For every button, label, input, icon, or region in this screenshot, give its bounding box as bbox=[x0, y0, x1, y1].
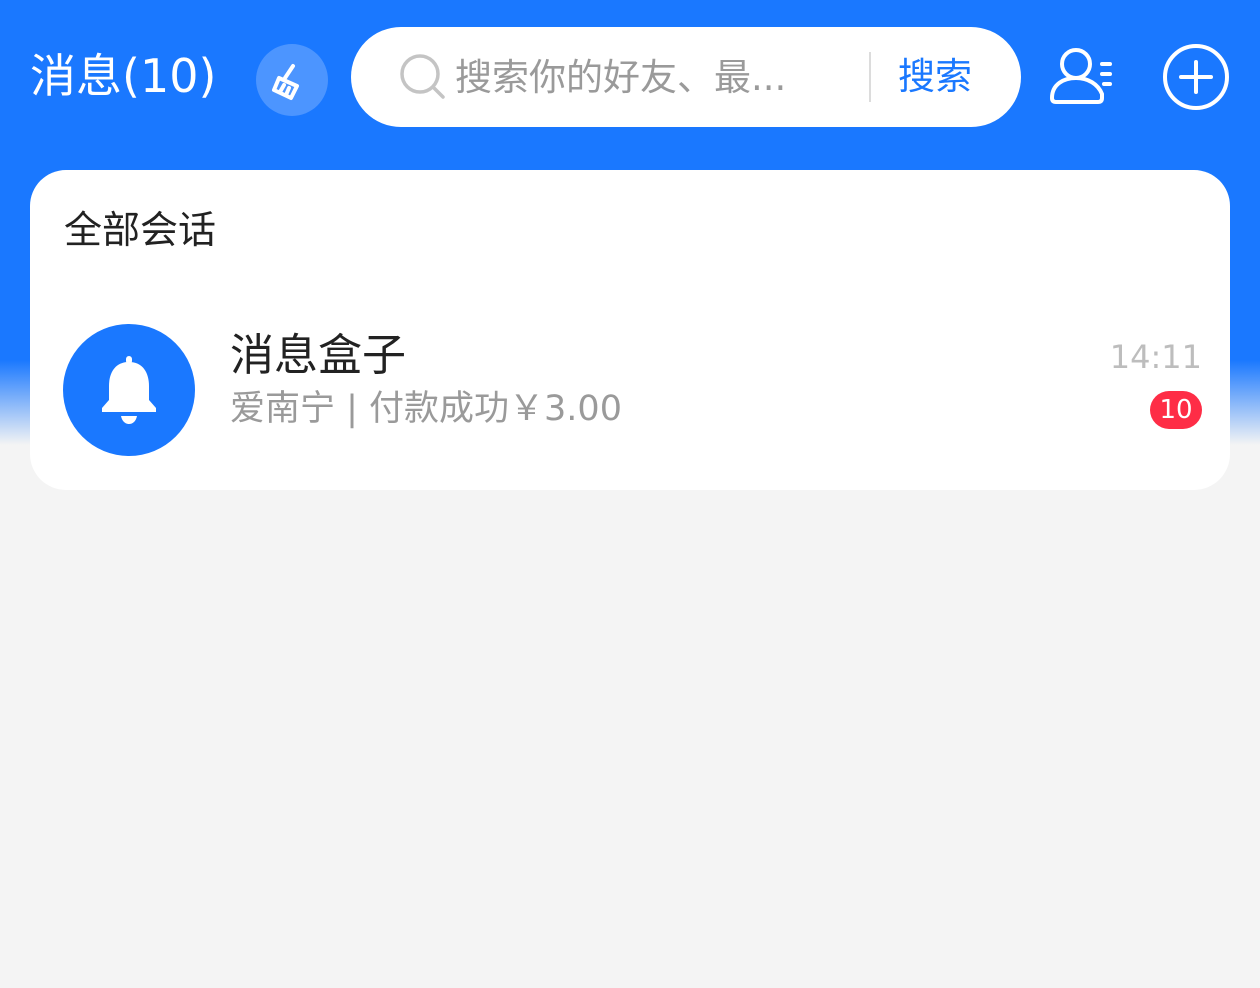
unread-badge: 10 bbox=[1150, 391, 1202, 429]
search-icon bbox=[400, 54, 445, 99]
search-button[interactable]: 搜索 bbox=[890, 48, 980, 106]
conversation-name: 消息盒子 bbox=[230, 330, 406, 381]
conversation-time: 14:11 bbox=[1109, 338, 1202, 376]
contacts-icon[interactable] bbox=[1044, 42, 1118, 114]
clear-unread-button[interactable] bbox=[256, 44, 328, 116]
avatar[interactable] bbox=[63, 324, 195, 456]
conversation-item[interactable] bbox=[30, 300, 1230, 475]
conversation-preview: 爱南宁 | 付款成功￥3.00 bbox=[230, 389, 622, 429]
plus-circle-icon[interactable] bbox=[1161, 42, 1231, 112]
search-input[interactable] bbox=[455, 50, 835, 104]
section-title: 全部会话 bbox=[64, 208, 217, 252]
broom-icon bbox=[272, 64, 299, 100]
bell-icon bbox=[102, 356, 156, 424]
search-divider bbox=[869, 52, 871, 102]
page-title: 消息(10) bbox=[30, 49, 217, 103]
